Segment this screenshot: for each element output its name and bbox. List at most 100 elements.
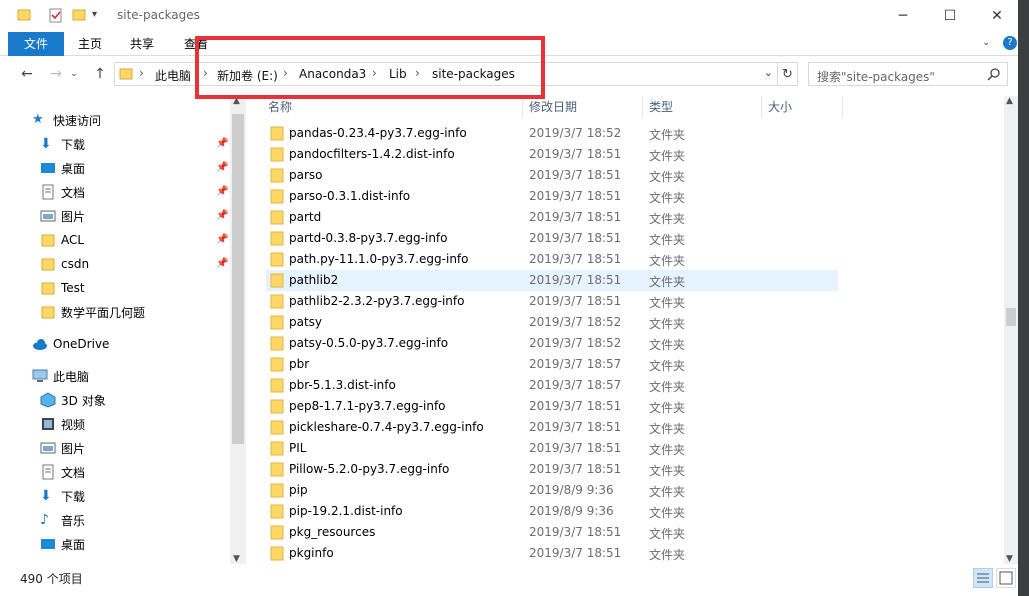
pin-icon[interactable]: 📌 [216, 234, 228, 248]
file-row[interactable]: Pillow-5.2.0-py3.7.egg-info 2019/3/7 18:5… [266, 459, 838, 480]
file-row[interactable]: pep8-1.7.1-py3.7.egg-info 2019/3/7 18:51 文… [266, 396, 838, 417]
file-row[interactable]: pbr 2019/3/7 18:57 文件夹 [266, 354, 838, 375]
scroll-down-icon[interactable]: ▼ [233, 554, 240, 564]
column-divider[interactable] [642, 96, 643, 118]
address-dropdown-icon[interactable]: ⌄ [764, 66, 773, 79]
breadcrumb-separator[interactable]: › [139, 66, 144, 80]
properties-icon[interactable] [48, 8, 64, 27]
folder-icon [40, 304, 56, 320]
file-row[interactable]: pickleshare-0.7.4-py3.7.egg-info 2019/3/7… [266, 417, 838, 438]
forward-button[interactable]: → [46, 64, 66, 84]
nav-item-pc-desktop[interactable]: 桌面 [40, 532, 85, 556]
file-date: 2019/3/7 18:51 [529, 252, 622, 266]
nav-item-desktop[interactable]: 桌面 [40, 156, 85, 180]
search-input[interactable]: 搜索"site-packages" [808, 62, 1008, 86]
details-view-button[interactable] [973, 568, 993, 588]
scroll-down-icon[interactable]: ▼ [1006, 554, 1013, 564]
file-date: 2019/3/7 18:51 [529, 231, 622, 245]
column-header-modified[interactable]: 修改日期 [529, 96, 639, 118]
file-name: Pillow-5.2.0-py3.7.egg-info [289, 462, 450, 476]
column-divider[interactable] [842, 96, 843, 118]
file-name: patsy-0.5.0-py3.7.egg-info [289, 336, 449, 350]
file-row[interactable]: PIL 2019/3/7 18:51 文件夹 [266, 438, 838, 459]
nav-scrollbar-thumb[interactable] [232, 114, 244, 444]
close-button[interactable]: ✕ [974, 0, 1020, 32]
up-button[interactable]: ↑ [90, 64, 110, 84]
nav-item-geometry[interactable]: 数学平面几何题 [40, 300, 145, 324]
nav-item-csdn[interactable]: csdn [40, 252, 89, 276]
file-list-scrollbar-thumb[interactable] [1006, 308, 1016, 326]
column-header-name[interactable]: 名称 [268, 96, 518, 118]
file-type: 文件夹 [649, 548, 686, 562]
search-icon[interactable] [987, 67, 1001, 84]
file-row[interactable]: pandas-0.23.4-py3.7.egg-info 2019/3/7 18:… [266, 123, 838, 144]
new-folder-icon[interactable] [72, 8, 86, 25]
nav-label: 图片 [61, 441, 86, 456]
scroll-up-icon[interactable]: ▲ [1006, 96, 1013, 106]
file-row[interactable]: pbr-5.1.3.dist-info 2019/3/7 18:57 文件夹 [266, 375, 838, 396]
column-header-type[interactable]: 类型 [649, 96, 759, 118]
nav-item-downloads[interactable]: ⬇ 下载 [40, 132, 85, 156]
file-row[interactable]: pip-19.2.1.dist-info 2019/8/9 9:36 文件夹 [266, 501, 838, 522]
nav-item-pictures[interactable]: 图片 [40, 204, 85, 228]
pin-icon[interactable]: 📌 [216, 186, 228, 200]
file-row[interactable]: parso-0.3.1.dist-info 2019/3/7 18:51 文件夹 [266, 186, 838, 207]
large-icons-view-button[interactable] [996, 568, 1016, 588]
nav-quick-access[interactable]: ★ 快速访问 [32, 108, 101, 132]
pin-icon[interactable]: 📌 [216, 162, 228, 176]
file-row[interactable]: pathlib2-2.3.2-py3.7.egg-info 2019/3/7 18… [266, 291, 838, 312]
maximize-button[interactable]: ☐ [927, 0, 973, 32]
folder-icon [270, 399, 284, 417]
nav-item-documents[interactable]: 文档 [40, 180, 85, 204]
file-list-scrollbar[interactable]: ▲ ▼ [1004, 96, 1018, 564]
refresh-button[interactable]: ↻ [778, 62, 798, 86]
back-button[interactable]: ← [17, 64, 37, 84]
nav-item-pc-documents[interactable]: 文档 [40, 460, 85, 484]
file-row[interactable]: parso 2019/3/7 18:51 文件夹 [266, 165, 838, 186]
file-row[interactable]: path.py-11.1.0-py3.7.egg-info 2019/3/7 18… [266, 249, 838, 270]
file-row[interactable]: partd 2019/3/7 18:51 文件夹 [266, 207, 838, 228]
file-row[interactable]: pandocfilters-1.4.2.dist-info 2019/3/7 18… [266, 144, 838, 165]
nav-item-music[interactable]: ♪ 音乐 [40, 508, 85, 532]
recent-locations-icon[interactable]: ⌄ [68, 64, 80, 84]
file-row[interactable]: patsy-0.5.0-py3.7.egg-info 2019/3/7 18:52… [266, 333, 838, 354]
file-row[interactable]: patsy 2019/3/7 18:52 文件夹 [266, 312, 838, 333]
nav-label: 视频 [61, 417, 86, 432]
nav-item-pc-pictures[interactable]: 图片 [40, 436, 85, 460]
column-header-size[interactable]: 大小 [768, 96, 838, 118]
file-row[interactable]: pkginfo 2019/3/7 18:51 文件夹 [266, 543, 838, 564]
file-row[interactable]: pip 2019/8/9 9:36 文件夹 [266, 480, 838, 501]
minimize-button[interactable]: ─ [880, 0, 926, 32]
tab-file[interactable]: 文件 [8, 32, 64, 56]
column-divider[interactable] [522, 96, 523, 118]
nav-item-test[interactable]: Test [40, 276, 85, 300]
nav-onedrive[interactable]: OneDrive [32, 332, 109, 356]
tab-share[interactable]: 共享 [122, 32, 162, 56]
file-date: 2019/3/7 18:52 [529, 126, 622, 140]
column-divider[interactable] [761, 96, 762, 118]
file-row[interactable]: partd-0.3.8-py3.7.egg-info 2019/3/7 18:51… [266, 228, 838, 249]
file-name: pkginfo [289, 546, 334, 560]
window-title: site-packages [117, 8, 200, 22]
nav-this-pc[interactable]: 此电脑 [32, 364, 89, 388]
pin-icon[interactable]: 📌 [216, 138, 228, 152]
expand-ribbon-icon[interactable]: ⌄ [982, 37, 990, 48]
file-row[interactable]: pathlib2 2019/3/7 18:51 文件夹 [266, 270, 838, 291]
nav-item-acl[interactable]: ACL [40, 228, 84, 252]
customize-qat-icon[interactable]: ▾ [92, 9, 97, 20]
nav-item-pc-downloads[interactable]: ⬇ 下载 [40, 484, 85, 508]
nav-item-3d-objects[interactable]: 3D 对象 [40, 388, 106, 412]
breadcrumb-this-pc[interactable]: 此电脑 [155, 67, 191, 84]
help-icon[interactable]: ? [1003, 36, 1017, 50]
nav-item-videos[interactable]: 视频 [40, 412, 85, 436]
tab-home[interactable]: 主页 [70, 32, 110, 56]
file-date: 2019/8/9 9:36 [529, 504, 614, 518]
nav-label: 下载 [61, 489, 86, 504]
pin-icon[interactable]: 📌 [216, 258, 228, 272]
file-row[interactable]: pkg_resources 2019/3/7 18:51 文件夹 [266, 522, 838, 543]
file-list: ⌃ 名称 修改日期 类型 大小 pandas-0.23.4-py3.7.egg-… [246, 96, 1004, 564]
pin-icon[interactable]: 📌 [216, 210, 228, 224]
file-type: 文件夹 [649, 233, 686, 247]
file-type: 文件夹 [649, 191, 686, 205]
file-type: 文件夹 [649, 254, 686, 268]
